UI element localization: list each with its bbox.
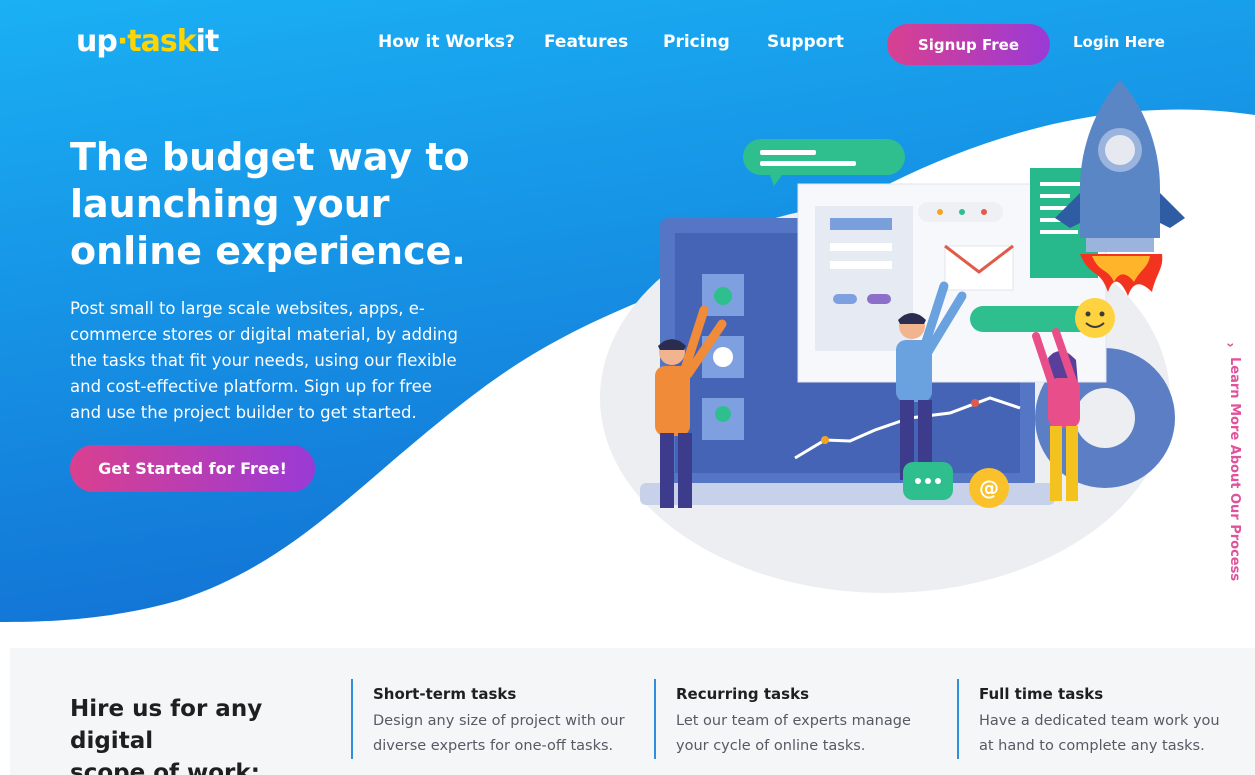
signup-free-button[interactable]: Signup Free [887,24,1050,65]
nav-features[interactable]: Features [544,32,628,52]
logo-part-up: up [76,24,118,59]
hero-description-line: commerce stores or digital material, by … [70,325,458,344]
hero-title: The budget way to launching your online … [70,134,530,275]
envelope-icon [944,244,1014,291]
landing-page: up·taskit How it Works? Features Pricing… [0,0,1255,775]
service-description: Let our team of experts manage your cycl… [676,709,911,759]
smiley-icon [1075,298,1115,338]
hero-title-line: online experience. [70,229,466,273]
learn-more-process-label: Learn More About Our Process [1227,357,1242,582]
nav-how-it-works[interactable]: How it Works? [378,32,515,52]
service-description-line: Let our team of experts manage [676,713,911,729]
logo-part-it: it [195,24,220,59]
uptaskit-logo[interactable]: up·taskit [76,24,220,59]
nav-support[interactable]: Support [767,32,844,52]
hero-description-line: Post small to large scale websites, apps… [70,299,425,318]
hero-title-line: launching your [70,182,390,226]
service-description-line: at hand to complete any tasks. [979,738,1205,754]
service-title: Short-term tasks [373,685,517,703]
svg-text:@: @ [979,476,999,500]
chat-dots-icon [903,462,953,500]
service-description-line: your cycle of online tasks. [676,738,866,754]
at-sign-icon: @ [969,468,1009,508]
chevron-down-icon: › [1223,342,1240,348]
service-description: Have a dedicated team work you at hand t… [979,709,1220,759]
service-full-time: Full time tasks Have a dedicated team wo… [957,679,1220,759]
hero-description-line: the tasks that fit your needs, using our… [70,351,457,370]
nav-pricing[interactable]: Pricing [663,32,730,52]
login-link[interactable]: Login Here [1073,33,1165,51]
hero-illustration: @ [600,80,1185,593]
learn-more-process-link[interactable]: › Learn More About Our Process [1223,337,1246,587]
service-description: Design any size of project with our dive… [373,709,625,759]
services-heading: Hire us for any digital scope of work: [70,693,340,775]
logo-part-task: task [127,24,196,59]
service-description-line: diverse experts for one-off tasks. [373,738,614,754]
service-description-line: Have a dedicated team work you [979,713,1220,729]
services-heading-line: Hire us for any digital [70,696,263,754]
services-heading-line: scope of work: [70,760,260,775]
service-title: Full time tasks [979,685,1104,703]
logo-dot: · [116,24,128,59]
service-recurring: Recurring tasks Let our team of experts … [654,679,911,759]
hero-title-line: The budget way to [70,135,470,179]
get-started-button[interactable]: Get Started for Free! [70,445,315,492]
hero-description-line: and use the project builder to get start… [70,403,417,422]
service-title: Recurring tasks [676,685,809,703]
chat-bubble-icon [743,139,905,186]
hero-description-line: and cost-effective platform. Sign up for… [70,377,432,396]
hero-description: Post small to large scale websites, apps… [70,296,510,426]
service-description-line: Design any size of project with our [373,713,625,729]
service-short-term: Short-term tasks Design any size of proj… [351,679,625,759]
